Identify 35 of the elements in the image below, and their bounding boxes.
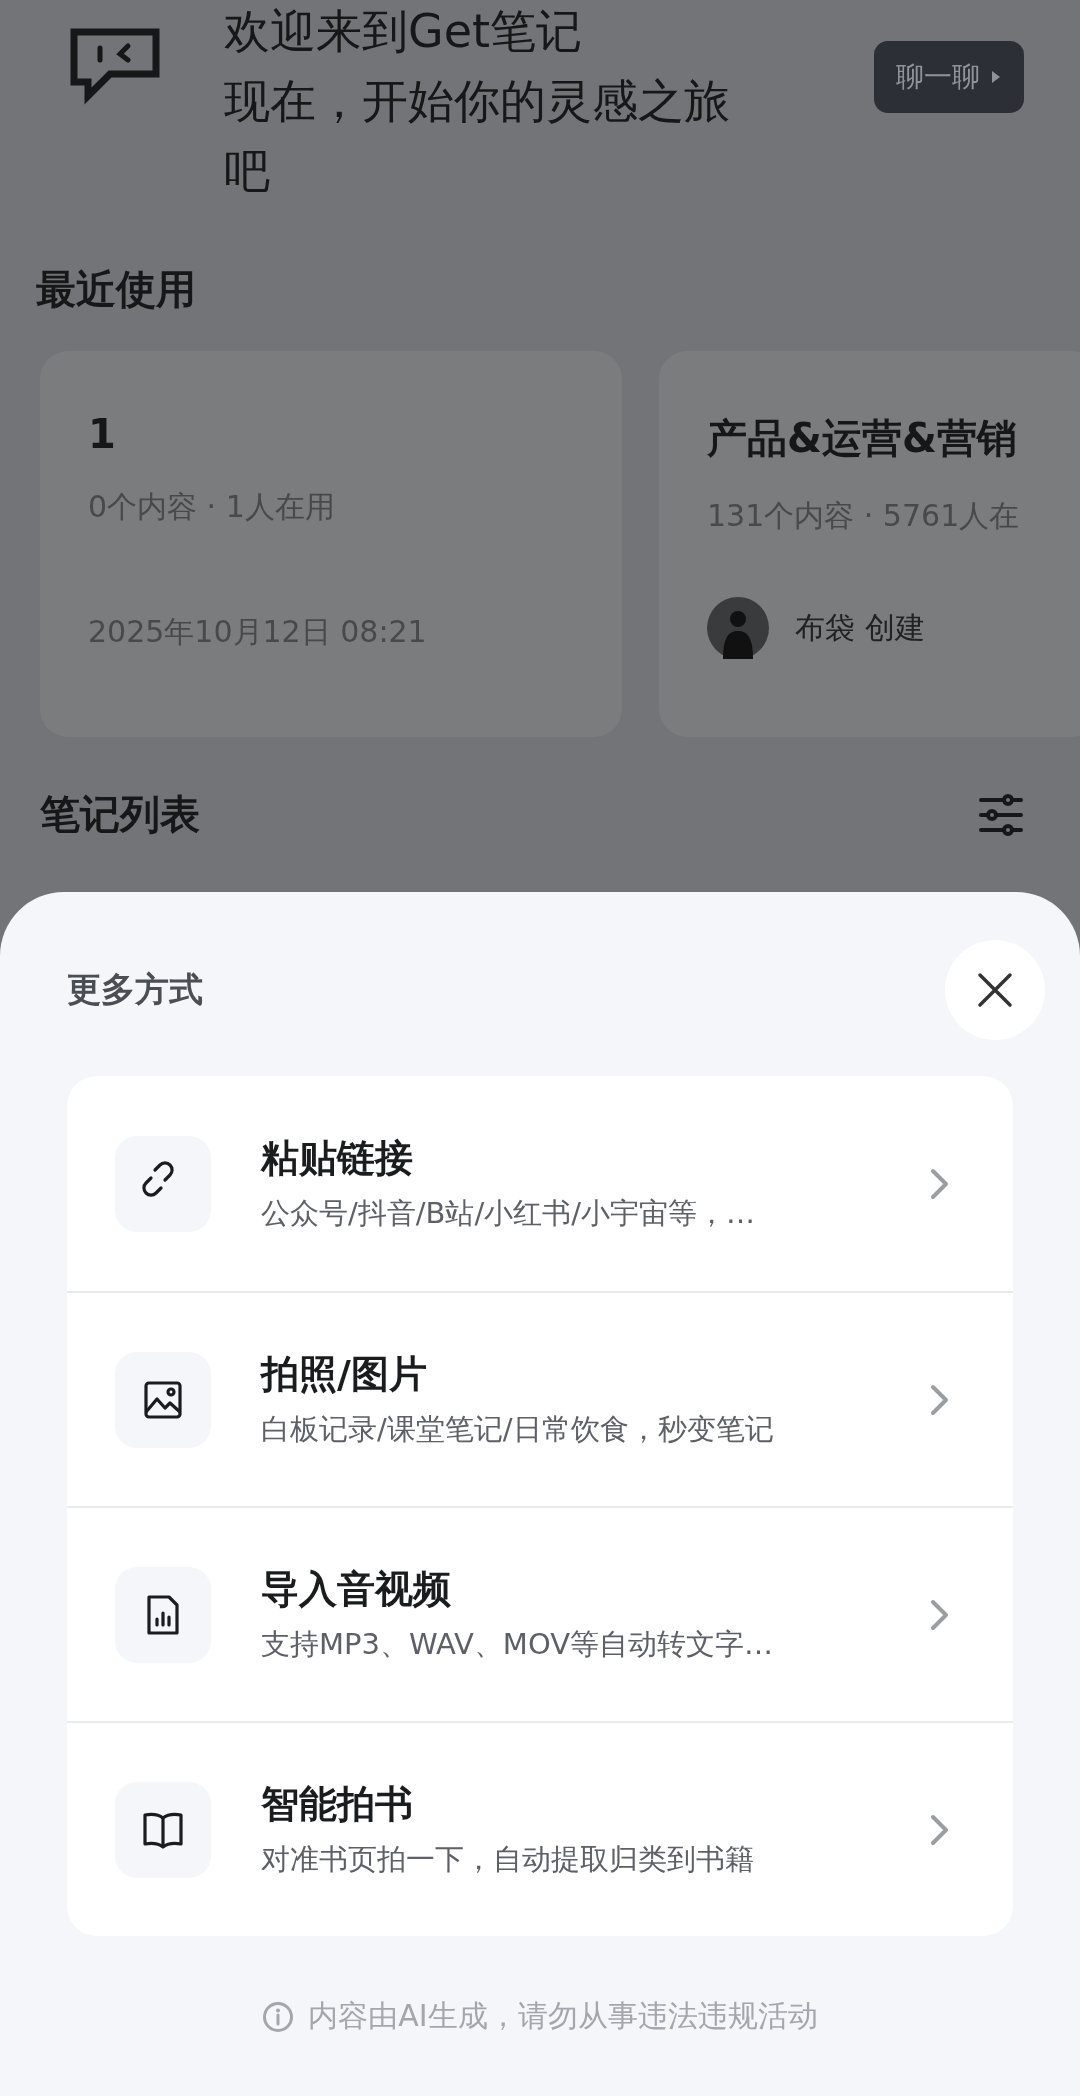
option-description: 支持MP3、WAV、MOV等自动转文字… — [261, 1626, 775, 1663]
option-row[interactable]: 导入音视频 支持MP3、WAV、MOV等自动转文字… — [67, 1506, 1013, 1721]
option-description: 对准书页拍一下，自动提取归类到书籍 — [261, 1841, 755, 1878]
option-title: 导入音视频 — [261, 1566, 452, 1613]
creator-label: 布袋 创建 — [795, 608, 925, 647]
avatar-icon — [707, 597, 769, 659]
book-icon — [115, 1781, 211, 1878]
option-row[interactable]: 智能拍书 对准书页拍一下，自动提取归类到书籍 — [67, 1721, 1013, 1936]
option-row[interactable]: 粘贴链接 公众号/抖音/B站/小红书/小宇宙等，… — [67, 1076, 1013, 1291]
section-title: 笔记列表 — [40, 790, 200, 839]
sheet-title: 更多方式 — [67, 968, 203, 1011]
play-icon — [990, 69, 1002, 85]
option-description: 白板记录/课堂笔记/日常饮食，秒变笔记 — [261, 1411, 775, 1448]
chevron-icon — [929, 1812, 951, 1847]
welcome-subtitle: 现在，开始你的灵感之旅吧 — [224, 73, 731, 200]
section-title: 最近使用 — [36, 265, 197, 314]
notebook-title: 1 — [88, 411, 117, 457]
link-icon — [115, 1135, 211, 1232]
audio-file-icon — [115, 1566, 211, 1663]
info-icon — [262, 2000, 295, 2033]
filter-icon — [978, 791, 1024, 838]
chat-button[interactable]: 聊一聊 — [874, 41, 1024, 113]
option-title: 智能拍书 — [261, 1781, 414, 1828]
option-description: 公众号/抖音/B站/小红书/小宇宙等，… — [261, 1195, 756, 1232]
chevron-icon — [929, 1166, 951, 1201]
notebook-title: 产品&运营&营销 — [707, 414, 1018, 463]
welcome-title: 欢迎来到Get笔记 — [224, 3, 583, 60]
image-icon — [115, 1351, 211, 1448]
option-row[interactable]: 拍照/图片 白板记录/课堂笔记/日常饮食，秒变笔记 — [67, 1291, 1013, 1506]
chevron-icon — [929, 1382, 951, 1417]
close-icon — [977, 972, 1013, 1008]
chevron-icon — [929, 1597, 951, 1632]
option-title: 粘贴链接 — [261, 1135, 414, 1182]
disclaimer-text: 内容由AI生成，请勿从事违法违规活动 — [308, 1997, 818, 2035]
option-title: 拍照/图片 — [261, 1351, 428, 1398]
